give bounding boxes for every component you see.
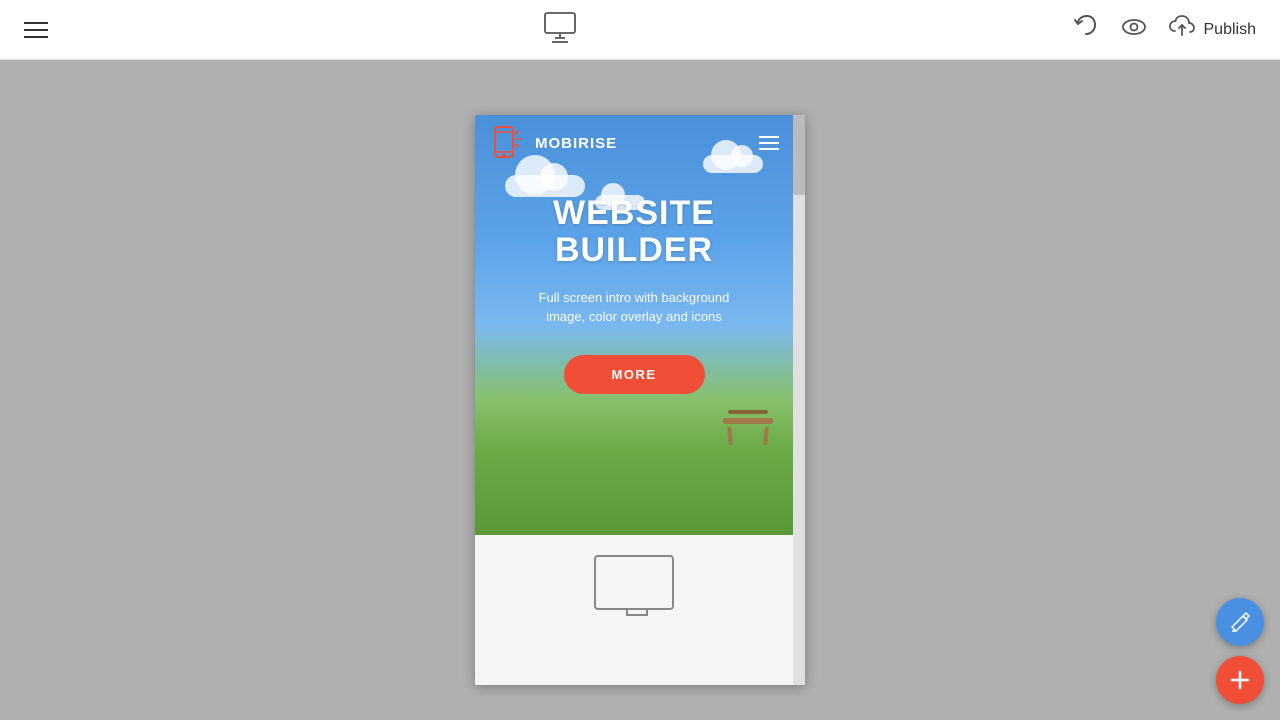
hero-subtitle: Full screen intro with background image,…	[524, 288, 744, 327]
hero-content: WEBSITE BUILDER Full screen intro with b…	[475, 175, 793, 394]
preview-navbar: MOBIRISE	[475, 115, 793, 171]
bench-leg	[763, 427, 769, 445]
hamburger-menu-button[interactable]	[24, 22, 48, 38]
device-outline-decoration	[594, 555, 674, 610]
scrollbar-thumb[interactable]	[793, 115, 805, 195]
preview-bottom-section	[475, 535, 793, 685]
brand-name-text: MOBIRISE	[535, 135, 617, 152]
plus-icon	[1229, 669, 1251, 691]
add-fab-button[interactable]	[1216, 656, 1264, 704]
bench-leg	[727, 427, 733, 445]
toolbar-right: Publish	[1072, 13, 1256, 46]
canvas: MOBIRISE WEBSITE BUILDER Full screen int…	[0, 60, 1280, 720]
cloud-upload-icon	[1168, 13, 1196, 46]
toolbar-left	[24, 22, 48, 38]
nav-hamburger-icon[interactable]	[759, 136, 779, 150]
publish-label: Publish	[1204, 21, 1256, 39]
device-scrollbar[interactable]	[793, 115, 805, 685]
desktop-view-icon[interactable]	[542, 9, 578, 50]
undo-button[interactable]	[1072, 13, 1100, 46]
hero-title: WEBSITE BUILDER	[553, 195, 715, 270]
edit-fab-button[interactable]	[1216, 598, 1264, 646]
bench-decoration	[723, 410, 773, 445]
hero-more-button[interactable]: MORE	[564, 355, 705, 394]
toolbar: Publish	[0, 0, 1280, 60]
brand-icon	[489, 124, 527, 162]
device-frame: MOBIRISE WEBSITE BUILDER Full screen int…	[475, 115, 805, 685]
publish-button[interactable]: Publish	[1168, 13, 1256, 46]
pencil-icon	[1229, 611, 1251, 633]
toolbar-center	[542, 9, 578, 50]
preview-inner: MOBIRISE WEBSITE BUILDER Full screen int…	[475, 115, 805, 685]
bench-seat	[723, 418, 773, 424]
bench-back	[728, 410, 768, 414]
brand-logo: MOBIRISE	[489, 124, 617, 162]
preview-button[interactable]	[1120, 13, 1148, 46]
